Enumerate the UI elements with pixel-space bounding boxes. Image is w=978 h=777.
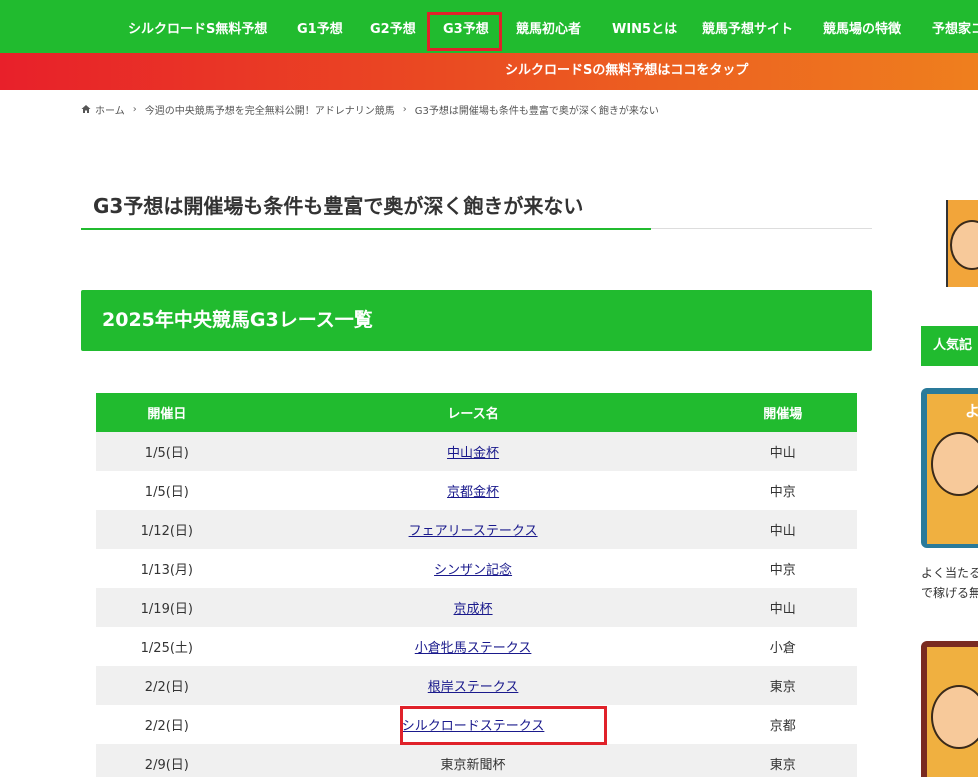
nav-item-prediction-sites[interactable]: 競馬予想サイト	[702, 0, 793, 53]
promo-banner-text[interactable]: シルクロードSの無料予想はココをタップ	[505, 53, 748, 88]
race-name-cell: 東京新聞杯	[237, 744, 709, 777]
nav-item-predictors[interactable]: 予想家コ	[932, 0, 978, 53]
race-date: 1/19(日)	[96, 588, 238, 627]
nav-item-g2[interactable]: G2予想	[370, 0, 416, 53]
breadcrumb-parent[interactable]: 今週の中央競馬予想を完全無料公開！アドレナリン競馬	[145, 102, 395, 117]
mascot-face	[950, 220, 978, 270]
section-heading: 2025年中央競馬G3レース一覧	[81, 290, 872, 351]
race-name-cell: シンザン記念	[237, 549, 709, 588]
table-row: 1/19(日) 京成杯 中山	[96, 588, 857, 627]
sidebar-article-card[interactable]	[921, 641, 978, 777]
race-link[interactable]: 中山金杯	[447, 446, 499, 461]
race-venue: 東京	[708, 666, 857, 705]
race-name-cell: シルクロードステークス	[237, 705, 709, 744]
sidebar-article-card[interactable]: よ	[921, 388, 978, 548]
breadcrumb-home[interactable]: ホーム	[95, 102, 125, 117]
race-name-cell: 京都金杯	[237, 471, 709, 510]
race-link[interactable]: 根岸ステークス	[428, 680, 519, 695]
nav-item-g1[interactable]: G1予想	[297, 0, 343, 53]
race-name-cell: 根岸ステークス	[237, 666, 709, 705]
title-underline	[81, 228, 651, 230]
race-venue: 小倉	[708, 627, 857, 666]
race-date: 2/2(日)	[96, 666, 238, 705]
header-race-name: レース名	[237, 393, 709, 432]
sidebar-article-title[interactable]: よく当たる で稼げる無	[921, 563, 978, 603]
header-venue: 開催場	[708, 393, 857, 432]
table-row: 1/5(日) 中山金杯 中山	[96, 432, 857, 471]
mascot-face	[931, 685, 978, 749]
table-row: 2/9(日) 東京新聞杯 東京	[96, 744, 857, 777]
race-date: 1/12(日)	[96, 510, 238, 549]
table-row: 1/25(土) 小倉牝馬ステークス 小倉	[96, 627, 857, 666]
breadcrumb: ホーム › 今週の中央競馬予想を完全無料公開！アドレナリン競馬 › G3予想は開…	[81, 101, 659, 117]
chevron-right-icon: ›	[402, 103, 407, 115]
race-venue: 中山	[708, 510, 857, 549]
table-row: 2/2(日) シルクロードステークス 京都	[96, 705, 857, 744]
table-row: 1/12(日) フェアリーステークス 中山	[96, 510, 857, 549]
race-name: 東京新聞杯	[440, 758, 506, 773]
sidebar-heading: 人気記	[921, 326, 978, 366]
nav-item-beginner[interactable]: 競馬初心者	[516, 0, 581, 53]
nav-item-silkroad[interactable]: シルクロードS無料予想	[128, 0, 267, 53]
sidebar-article-title-line2[interactable]: で稼げる無	[921, 583, 978, 603]
race-date: 1/5(日)	[96, 432, 238, 471]
mascot-face	[931, 432, 978, 496]
table-row: 2/2(日) 根岸ステークス 東京	[96, 666, 857, 705]
top-nav: シルクロードS無料予想 G1予想 G2予想 G3予想 競馬初心者 WIN5とは …	[0, 0, 978, 53]
race-name-cell: 京成杯	[237, 588, 709, 627]
race-date: 2/2(日)	[96, 705, 238, 744]
race-link[interactable]: 小倉牝馬ステークス	[415, 641, 532, 656]
race-date: 1/5(日)	[96, 471, 238, 510]
race-link[interactable]: 京成杯	[454, 602, 493, 617]
nav-item-win5[interactable]: WIN5とは	[612, 0, 677, 53]
race-date: 2/9(日)	[96, 744, 238, 777]
article-thumbnail-caption: よ	[965, 402, 978, 420]
race-name-cell: フェアリーステークス	[237, 510, 709, 549]
g3-race-table: 開催日 レース名 開催場 1/5(日) 中山金杯 中山 1/5(日) 京都金杯 …	[96, 393, 857, 777]
race-link[interactable]: フェアリーステークス	[409, 524, 538, 539]
sidebar-heading-text: 人気記	[933, 338, 973, 353]
race-link-silkroad[interactable]: シルクロードステークス	[402, 719, 545, 734]
header-date: 開催日	[96, 393, 238, 432]
table-row: 1/13(月) シンザン記念 中京	[96, 549, 857, 588]
sidebar-article-title-line1[interactable]: よく当たる	[921, 563, 978, 583]
race-venue: 中京	[708, 549, 857, 588]
race-link[interactable]: シンザン記念	[434, 563, 512, 578]
race-venue: 東京	[708, 744, 857, 777]
race-date: 1/13(月)	[96, 549, 238, 588]
mascot-avatar	[946, 200, 978, 287]
promo-banner[interactable]: シルクロードSの無料予想はココをタップ	[0, 53, 978, 90]
race-name-cell: 小倉牝馬ステークス	[237, 627, 709, 666]
race-venue: 中京	[708, 471, 857, 510]
chevron-right-icon: ›	[132, 103, 137, 115]
article-thumbnail	[927, 647, 978, 777]
table-header-row: 開催日 レース名 開催場	[96, 393, 857, 432]
race-venue: 京都	[708, 705, 857, 744]
page-title: G3予想は開催場も条件も豊富で奥が深く飽きが来ない	[93, 194, 584, 218]
race-venue: 中山	[708, 432, 857, 471]
home-icon	[81, 105, 91, 113]
section-heading-text: 2025年中央競馬G3レース一覧	[102, 309, 373, 331]
table-row: 1/5(日) 京都金杯 中京	[96, 471, 857, 510]
race-link[interactable]: 京都金杯	[447, 485, 499, 500]
nav-highlight-box	[427, 12, 502, 51]
nav-item-racecourses[interactable]: 競馬場の特徴	[823, 0, 901, 53]
race-venue: 中山	[708, 588, 857, 627]
race-date: 1/25(土)	[96, 627, 238, 666]
breadcrumb-current: G3予想は開催場も条件も豊富で奥が深く飽きが来ない	[414, 105, 659, 117]
race-name-cell: 中山金杯	[237, 432, 709, 471]
